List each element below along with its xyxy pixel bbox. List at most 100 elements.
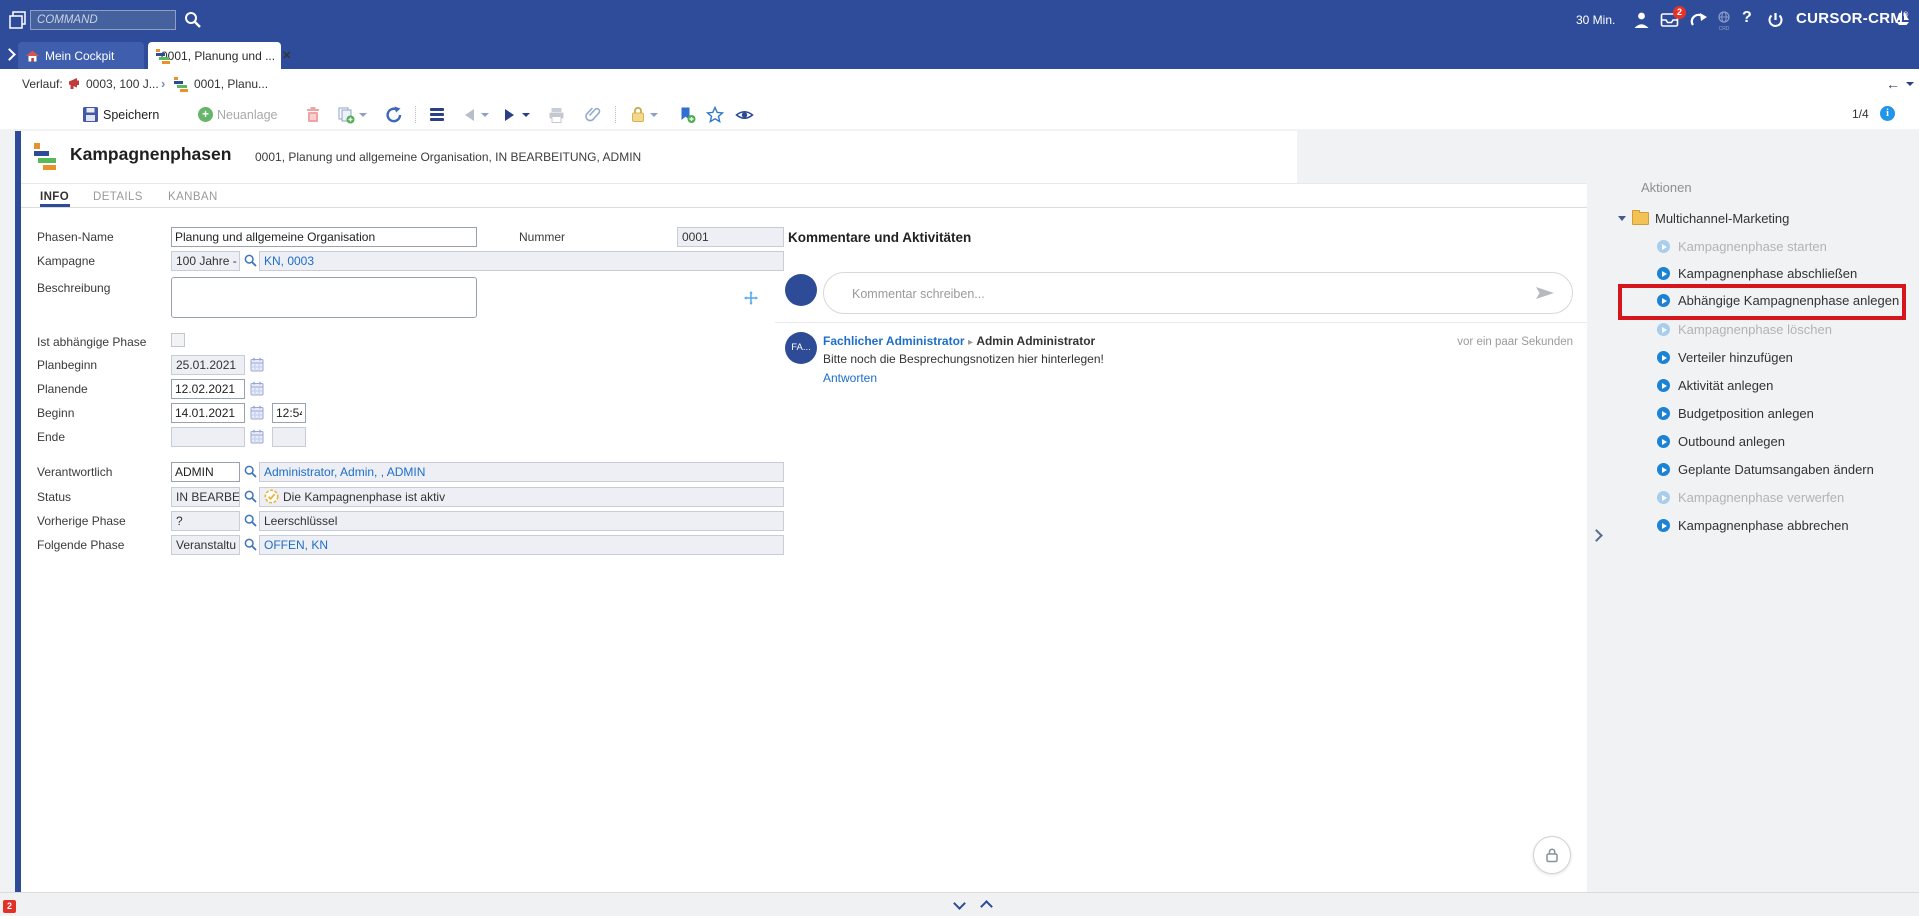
calendar-icon[interactable]	[250, 405, 264, 420]
vorherige-phase-lookup-icon[interactable]	[244, 514, 257, 527]
refresh-icon[interactable]	[385, 104, 403, 125]
history-back-icon[interactable]: ←	[1886, 76, 1900, 92]
status-label: Status	[37, 490, 167, 504]
beschreibung-textarea[interactable]	[171, 277, 477, 318]
tree-collapse-icon[interactable]	[1618, 216, 1626, 221]
save-button[interactable]: Speichern	[82, 104, 159, 125]
action-abhaengige-kampagnenphase-anlegen[interactable]: Abhängige Kampagnenphase anlegen	[1657, 293, 1899, 308]
app-window-icon[interactable]	[8, 10, 28, 33]
command-input[interactable]	[30, 10, 176, 30]
send-icon[interactable]	[1534, 284, 1556, 302]
nummer-field: 0001	[677, 227, 784, 247]
copy-dropdown-icon[interactable]	[359, 113, 367, 117]
phasen-name-input[interactable]	[171, 227, 477, 247]
action-kampagnenphase-starten: Kampagnenphase starten	[1657, 239, 1827, 254]
action-kampagnenphase-verwerfen: Kampagnenphase verwerfen	[1657, 490, 1844, 505]
play-icon	[1657, 519, 1670, 532]
action-budgetposition-anlegen[interactable]: Budgetposition anlegen	[1657, 406, 1814, 421]
action-outbound-anlegen[interactable]: Outbound anlegen	[1657, 434, 1785, 449]
verantwortlich-lookup-icon[interactable]	[244, 465, 257, 478]
move-icon[interactable]	[744, 291, 758, 305]
ende-time-field	[272, 427, 306, 447]
ist-abhaengige-phase-checkbox[interactable]	[171, 333, 185, 347]
user-icon[interactable]	[1633, 11, 1650, 32]
brand-logo: CURSOR-CRM®	[1796, 10, 1909, 27]
nummer-label: Nummer	[519, 230, 629, 244]
tab-kanban[interactable]: KANBAN	[168, 191, 218, 203]
campaign-icon	[68, 77, 82, 93]
kampagnenphasen-icon	[34, 143, 60, 170]
action-geplante-datumsangaben-aendern[interactable]: Geplante Datumsangaben ändern	[1657, 462, 1874, 477]
sidebar-collapse-icon[interactable]	[1592, 529, 1601, 543]
beginn-date-input[interactable]	[171, 403, 245, 423]
tab-details[interactable]: DETAILS	[93, 191, 143, 203]
comments-heading: Kommentare und Aktivitäten	[788, 230, 971, 245]
beginn-time-input[interactable]	[272, 403, 306, 423]
tabbar-expand-icon[interactable]	[3, 48, 16, 61]
kampagne-key-field: 100 Jahre -	[171, 251, 240, 271]
breadcrumb-prefix: Verlauf:	[22, 77, 63, 91]
action-kampagnenphase-abschliessen[interactable]: Kampagnenphase abschließen	[1657, 266, 1857, 281]
play-icon	[1657, 407, 1670, 420]
phasen-name-label: Phasen-Name	[37, 230, 167, 244]
lock-icon[interactable]	[630, 104, 658, 125]
lock-dropdown-icon[interactable]	[650, 113, 658, 117]
comment-reply-link[interactable]: Antworten	[823, 371, 877, 385]
crd-mini-icon[interactable]: CRD	[1716, 11, 1732, 32]
folgende-phase-lookup-icon[interactable]	[244, 538, 257, 551]
help-icon[interactable]: ?	[1742, 9, 1752, 27]
planende-input[interactable]	[171, 379, 245, 399]
history-dropdown-icon[interactable]	[1906, 82, 1914, 86]
action-verteiler-hinzufuegen[interactable]: Verteiler hinzufügen	[1657, 350, 1793, 365]
notification-corner-badge[interactable]: 2	[3, 900, 16, 913]
bookmark-add-icon[interactable]	[678, 104, 696, 125]
breadcrumb-item-campaign[interactable]: 0003, 100 J...	[86, 77, 159, 91]
menu-icon[interactable]	[430, 104, 444, 125]
action-kampagnenphase-abbrechen[interactable]: Kampagnenphase abbrechen	[1657, 518, 1849, 533]
calendar-icon[interactable]	[250, 357, 264, 372]
bottom-panel-bar	[0, 892, 1919, 916]
actions-panel-title: Aktionen	[1641, 180, 1692, 195]
favorite-star-icon[interactable]	[706, 104, 724, 125]
play-icon	[1657, 463, 1670, 476]
folgende-phase-display-field: OFFEN, KN	[259, 535, 784, 555]
attachment-icon[interactable]	[585, 104, 601, 125]
tab-info[interactable]: INFO	[40, 191, 69, 203]
redo-icon[interactable]	[1690, 12, 1708, 31]
lock-fab-button[interactable]	[1533, 836, 1571, 874]
verantwortlich-input[interactable]	[171, 462, 240, 482]
history-breadcrumb-bar: Verlauf: 0003, 100 J... › 0001, Planu...…	[0, 69, 1919, 101]
comment-input[interactable]	[850, 274, 1504, 314]
kampagne-link[interactable]: KN, 0003	[264, 254, 314, 268]
info-icon[interactable]: i	[1880, 106, 1895, 121]
top-bar: 30 Min. 2 CRD ? CURSOR-CRM®	[0, 0, 1919, 40]
tab-mein-cockpit[interactable]: Mein Cockpit	[18, 42, 144, 69]
record-pager: 1/4	[1852, 107, 1869, 121]
comment-composer	[823, 272, 1573, 314]
close-icon[interactable]: ✕	[282, 49, 291, 62]
ende-label: Ende	[37, 430, 167, 444]
panel-expand-up-icon[interactable]	[980, 900, 993, 913]
calendar-icon[interactable]	[250, 381, 264, 396]
verantwortlich-link[interactable]: Administrator, Admin, , ADMIN	[264, 465, 425, 479]
status-active-icon	[264, 489, 279, 507]
folgende-phase-link[interactable]: OFFEN, KN	[264, 538, 328, 552]
search-icon[interactable]	[184, 11, 202, 32]
actions-group[interactable]: Multichannel-Marketing	[1618, 211, 1789, 226]
kampagne-lookup-icon[interactable]	[244, 254, 257, 267]
tab-record-active[interactable]: 0001, Planung und ... ✕	[148, 42, 281, 69]
status-lookup-icon[interactable]	[244, 490, 257, 503]
logout-power-icon[interactable]	[1767, 11, 1784, 32]
vorherige-phase-key-field: ?	[171, 511, 240, 531]
new-record-button[interactable]: + Neuanlage	[198, 104, 277, 125]
next-record-button[interactable]	[505, 104, 530, 125]
comment-author-link[interactable]: Fachlicher Administrator	[823, 334, 965, 348]
inbox-icon[interactable]: 2	[1660, 12, 1679, 31]
copy-record-button[interactable]	[337, 104, 367, 125]
breadcrumb-item-phase[interactable]: 0001, Planu...	[194, 77, 268, 91]
panel-collapse-down-icon[interactable]	[953, 897, 966, 910]
calendar-icon[interactable]	[250, 429, 264, 444]
view-eye-icon[interactable]	[735, 104, 754, 125]
status-key-field: IN BEARBEI	[171, 487, 240, 507]
action-aktivitaet-anlegen[interactable]: Aktivität anlegen	[1657, 378, 1773, 393]
